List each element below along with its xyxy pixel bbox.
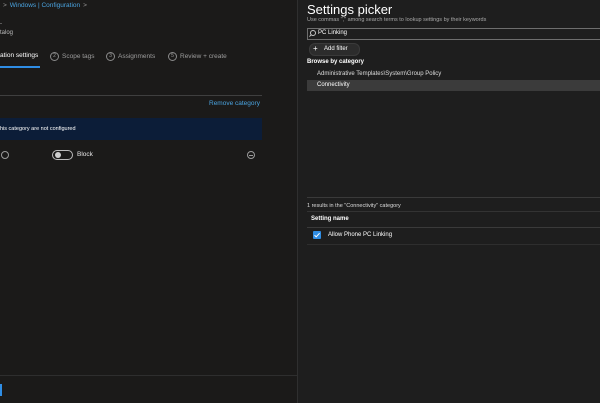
tab-configuration-settings[interactable]: ation settings (0, 52, 38, 59)
toggle-label: Block (77, 151, 93, 158)
page-title: Settings picker (307, 2, 393, 17)
category-item-label: Connectivity (317, 82, 350, 88)
breadcrumb-separator: > (83, 2, 87, 9)
info-icon[interactable] (1, 151, 9, 159)
column-header-setting-name[interactable]: Setting name (311, 216, 349, 222)
remove-setting-icon[interactable] (247, 151, 255, 159)
browse-by-category-heading: Browse by category (307, 59, 365, 65)
results-divider (307, 197, 600, 198)
breadcrumb-separator: > (3, 2, 7, 9)
step-label: Assignments (118, 53, 156, 61)
profile-subtitle: - (0, 21, 2, 27)
table-row-divider (307, 244, 600, 245)
breadcrumb-item-windows-configuration[interactable]: Windows | Configuration (10, 2, 80, 9)
category-item-selected[interactable] (307, 80, 600, 91)
footer-button-edge[interactable] (0, 384, 2, 396)
tab-review-create[interactable]: 5 Review + create (168, 52, 227, 61)
table-header-divider (307, 227, 600, 228)
step-number-badge: 3 (106, 52, 115, 61)
setting-row (0, 149, 262, 163)
toggle-knob (55, 152, 61, 158)
table-divider (307, 211, 600, 212)
step-label: Review + create (180, 53, 227, 61)
category-item-label: Administrative Templates\System\Group Po… (317, 71, 442, 77)
search-input[interactable] (307, 28, 600, 40)
active-tab-indicator (0, 66, 40, 68)
checkmark-icon (314, 232, 320, 238)
info-banner-text: his category are not configured (0, 126, 76, 132)
step-number-badge: 2 (50, 52, 59, 61)
table-row-setting-name: Allow Phone PC Linking (328, 232, 393, 238)
footer-divider (0, 375, 297, 376)
plus-icon: + (313, 44, 318, 53)
step-label: Scope tags (62, 53, 95, 61)
step-label: ation settings (0, 52, 39, 59)
breadcrumb: > Windows | Configuration > (0, 2, 90, 9)
checkbox-checked-icon[interactable] (313, 231, 321, 239)
step-number-badge: 5 (168, 52, 177, 61)
block-toggle[interactable] (52, 150, 73, 160)
search-input-value[interactable]: PC Linking (318, 30, 347, 36)
picker-description: Use commas "," among search terms to loo… (307, 17, 487, 23)
section-divider (0, 95, 262, 96)
search-icon (310, 30, 316, 36)
wizard-steps: ation settings 2 Scope tags 3 Assignments … (0, 52, 297, 66)
profile-type: talog (0, 30, 14, 36)
tab-assignments[interactable]: 3 Assignments (106, 52, 155, 61)
tab-scope-tags[interactable]: 2 Scope tags (50, 52, 95, 61)
results-count-text: 1 results in the "Connectivity" category (307, 203, 401, 209)
remove-category-link[interactable]: Remove category (209, 100, 260, 107)
add-filter-label: Add filter (324, 46, 348, 52)
